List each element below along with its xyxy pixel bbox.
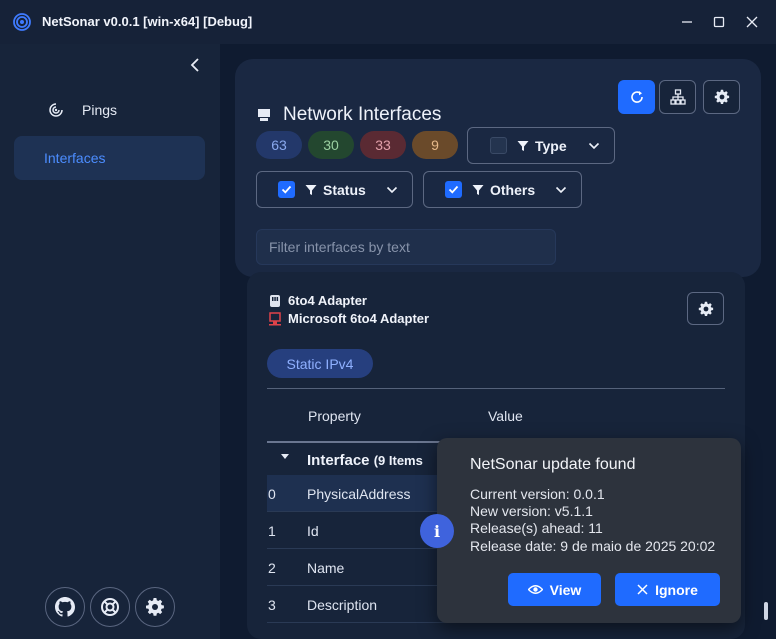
- app-logo-icon: [13, 13, 31, 31]
- chevron-left-icon: [190, 58, 199, 72]
- notification-title: NetSonar update found: [470, 456, 636, 473]
- window-title: NetSonar v0.0.1 [win-x64] [Debug]: [42, 14, 253, 29]
- minimize-icon: [682, 21, 692, 23]
- group-count: (9 Items: [373, 453, 423, 468]
- close-icon: [746, 16, 758, 28]
- row-index: 1: [268, 523, 276, 539]
- type-filter-checkbox[interactable]: [490, 137, 507, 154]
- others-filter-dropdown[interactable]: Others: [423, 171, 582, 208]
- type-filter-label: Type: [535, 137, 567, 154]
- refresh-icon: [630, 91, 643, 103]
- chevron-down-icon: [386, 186, 398, 193]
- adapter-name: 6to4 Adapter: [268, 293, 367, 308]
- count-badge-other[interactable]: 9: [412, 131, 458, 159]
- eye-icon: [527, 585, 543, 594]
- ignore-button-label: Ignore: [655, 581, 698, 598]
- ipv4-status-chip: Static IPv4: [267, 349, 373, 378]
- filter-icon: [517, 140, 529, 151]
- filter-icon: [305, 184, 317, 195]
- column-header-property[interactable]: Property: [308, 408, 361, 424]
- view-button-label: View: [549, 581, 582, 598]
- status-filter-checkbox[interactable]: [278, 181, 295, 198]
- maximize-icon: [713, 16, 725, 28]
- gear-icon: [714, 89, 729, 105]
- row-property: Description: [307, 597, 378, 613]
- group-name: Interface (9 Items: [307, 452, 423, 469]
- status-filter-dropdown[interactable]: Status: [256, 171, 413, 208]
- maximize-button[interactable]: [707, 10, 731, 34]
- filter-icon: [472, 184, 484, 195]
- row-property: PhysicalAddress: [307, 486, 411, 502]
- page-title-text: Network Interfaces: [283, 104, 442, 125]
- type-filter-dropdown[interactable]: Type: [467, 127, 615, 164]
- release-date-text: Release date: 9 de maio de 2025 20:02: [470, 538, 716, 554]
- chevron-down-icon: [555, 186, 567, 193]
- close-icon: [637, 584, 648, 595]
- releases-ahead-text: Release(s) ahead: 11: [470, 520, 603, 536]
- row-property: Name: [307, 560, 345, 576]
- filter-search-input[interactable]: [256, 229, 556, 265]
- settings-button[interactable]: [135, 587, 175, 627]
- count-badge-up[interactable]: 30: [308, 131, 354, 159]
- sidebar: Pings Interfaces: [0, 44, 220, 639]
- info-icon: i: [420, 514, 454, 548]
- chevron-down-icon: [588, 142, 600, 149]
- github-icon: [55, 597, 75, 617]
- row-index: 0: [268, 486, 276, 502]
- network-topology-icon: [669, 89, 686, 105]
- row-index: 2: [268, 560, 276, 576]
- sidebar-item-label: Pings: [82, 102, 118, 118]
- panel-settings-button[interactable]: [703, 80, 740, 114]
- card-settings-button[interactable]: [687, 292, 724, 325]
- title-bar: NetSonar v0.0.1 [win-x64] [Debug]: [0, 0, 776, 44]
- adapter-icon: [270, 294, 280, 307]
- group-name-text: Interface: [307, 452, 370, 469]
- update-notification: i NetSonar update found Current version:…: [420, 438, 741, 623]
- close-button[interactable]: [740, 10, 764, 34]
- refresh-button[interactable]: [618, 80, 655, 114]
- adapter-description-text: Microsoft 6to4 Adapter: [288, 311, 430, 326]
- scrollbar-thumb[interactable]: [764, 602, 768, 620]
- ignore-button[interactable]: Ignore: [615, 573, 720, 606]
- checkmark-icon: [281, 185, 292, 194]
- collapse-sidebar-button[interactable]: [185, 55, 205, 75]
- status-filter-label: Status: [323, 181, 366, 198]
- sidebar-item-interfaces[interactable]: Interfaces: [14, 136, 205, 180]
- github-button[interactable]: [45, 587, 85, 627]
- count-badge-down[interactable]: 33: [360, 131, 406, 159]
- gear-icon: [146, 598, 164, 616]
- support-button[interactable]: [90, 587, 130, 627]
- sidebar-item-pings[interactable]: Pings: [14, 88, 205, 132]
- new-version-text: New version: v5.1.1: [470, 503, 593, 519]
- minimize-button[interactable]: [675, 10, 699, 34]
- current-version-text: Current version: 0.0.1: [470, 486, 605, 502]
- network-topology-button[interactable]: [659, 80, 696, 114]
- gear-icon: [698, 301, 713, 316]
- adapter-description: Microsoft 6to4 Adapter: [268, 311, 429, 326]
- divider: [267, 388, 725, 389]
- interfaces-panel: Network Interfaces 63 30 33 9 Type Statu…: [235, 59, 761, 277]
- column-header-value[interactable]: Value: [488, 408, 523, 424]
- others-filter-label: Others: [490, 181, 536, 198]
- sidebar-item-label: Interfaces: [44, 150, 106, 166]
- support-icon: [101, 598, 119, 616]
- page-title: Network Interfaces: [257, 104, 441, 126]
- network-adapter-icon: [258, 109, 270, 121]
- adapter-name-text: 6to4 Adapter: [288, 293, 367, 308]
- row-property: Id: [307, 523, 319, 539]
- view-button[interactable]: View: [508, 573, 601, 606]
- network-port-icon: [269, 311, 281, 325]
- checkmark-icon: [448, 185, 459, 194]
- row-index: 3: [268, 597, 276, 613]
- caret-down-icon: [281, 454, 289, 459]
- sonar-icon: [49, 103, 63, 117]
- count-badge-total[interactable]: 63: [256, 131, 302, 159]
- others-filter-checkbox[interactable]: [445, 181, 462, 198]
